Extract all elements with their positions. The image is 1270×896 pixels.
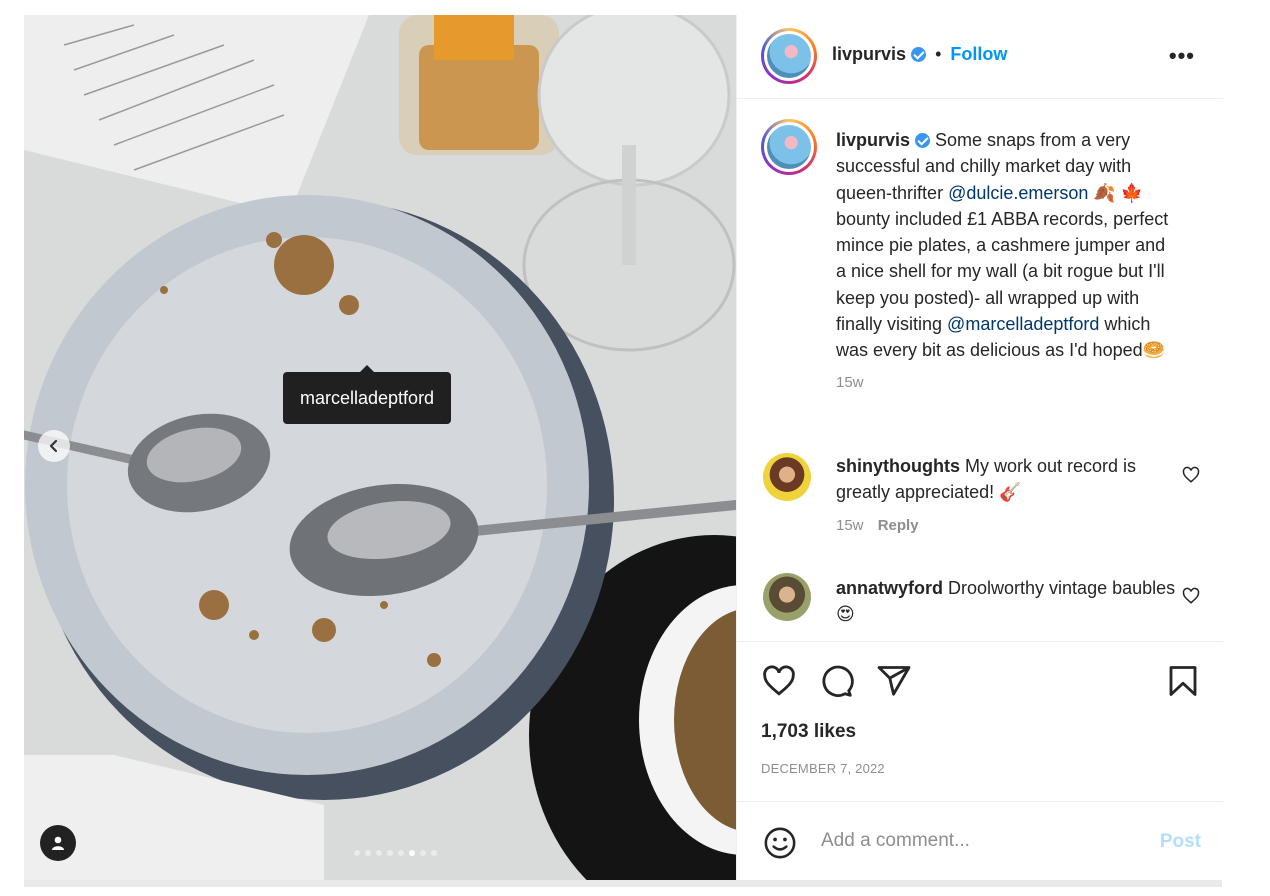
carousel-dot	[376, 850, 382, 856]
comment-username[interactable]: shinythoughts	[836, 456, 960, 476]
post-actions	[761, 663, 1203, 703]
commenter-avatar[interactable]	[763, 453, 811, 501]
carousel-dot	[354, 850, 360, 856]
verified-badge-icon	[915, 133, 931, 148]
carousel-dot	[365, 850, 371, 856]
page-bottom-strip	[24, 880, 1222, 887]
caption-username[interactable]: livpurvis	[836, 130, 910, 150]
post-header: livpurvis • Follow •••	[737, 15, 1223, 99]
carousel-dot	[387, 850, 393, 856]
photo-user-tag[interactable]: marcelladeptford	[283, 365, 452, 424]
comment-icon[interactable]	[818, 663, 854, 699]
caption-mention-dulcie[interactable]: @dulcie.emerson	[948, 183, 1088, 203]
actions-divider	[737, 641, 1223, 642]
commenter-avatar[interactable]	[763, 573, 811, 621]
follow-button[interactable]: Follow	[950, 44, 1007, 64]
user-tag-icon	[52, 836, 64, 850]
carousel-dot	[431, 850, 437, 856]
post-date[interactable]: DECEMBER 7, 2022	[761, 761, 885, 776]
comment-input[interactable]	[821, 826, 1121, 856]
photo-scene	[24, 15, 736, 881]
author-username[interactable]: livpurvis	[832, 44, 906, 64]
caption-age[interactable]: 15w	[836, 370, 1176, 396]
caption-author-avatar[interactable]	[761, 119, 817, 175]
carousel-prev-button[interactable]	[38, 430, 70, 462]
comment-age[interactable]: 15w	[836, 517, 864, 534]
emoji-icon[interactable]	[763, 826, 797, 860]
comment-like-heart-icon[interactable]	[1182, 587, 1200, 605]
carousel-dot-active	[409, 850, 415, 856]
post-comment-button[interactable]: Post	[1160, 831, 1201, 853]
caption-mention-marcelladeptford[interactable]: @marcelladeptford	[947, 314, 1099, 334]
header-separator: •	[935, 44, 942, 64]
post-photo[interactable]: marcelladeptford	[24, 15, 736, 881]
carousel-indicator	[354, 850, 437, 856]
heart-icon[interactable]	[761, 663, 797, 699]
post-side-panel: livpurvis • Follow ••• livpurvis Some sn…	[736, 15, 1223, 881]
post-dialog: marcelladeptford livpurvis • Follow ••• …	[24, 15, 1223, 881]
verified-badge-icon	[911, 47, 927, 62]
share-icon[interactable]	[876, 663, 912, 699]
carousel-dot	[420, 850, 426, 856]
comment-username[interactable]: annatwyford	[836, 578, 943, 598]
tagged-users-button[interactable]	[40, 825, 76, 861]
caption-text: 🍂 🍁 bounty included £1 ABBA records, per…	[836, 182, 1169, 335]
comment-item: annatwyford Droolworthy vintage baubles …	[836, 575, 1176, 627]
comment-like-heart-icon[interactable]	[1182, 466, 1200, 484]
likes-count[interactable]: 1,703 likes	[761, 721, 856, 743]
bookmark-icon[interactable]	[1165, 663, 1201, 699]
photo-user-tag-label: marcelladeptford	[300, 388, 435, 408]
post-caption: livpurvis Some snaps from a very success…	[836, 127, 1176, 396]
chevron-left-icon	[49, 439, 58, 453]
add-comment-bar: Post	[737, 801, 1223, 881]
more-icon[interactable]: •••	[1169, 43, 1195, 69]
author-avatar[interactable]	[761, 28, 817, 84]
comment-item: shinythoughts My work out record is grea…	[836, 453, 1176, 539]
comment-reply-button[interactable]: Reply	[878, 517, 919, 534]
carousel-dot	[398, 850, 404, 856]
